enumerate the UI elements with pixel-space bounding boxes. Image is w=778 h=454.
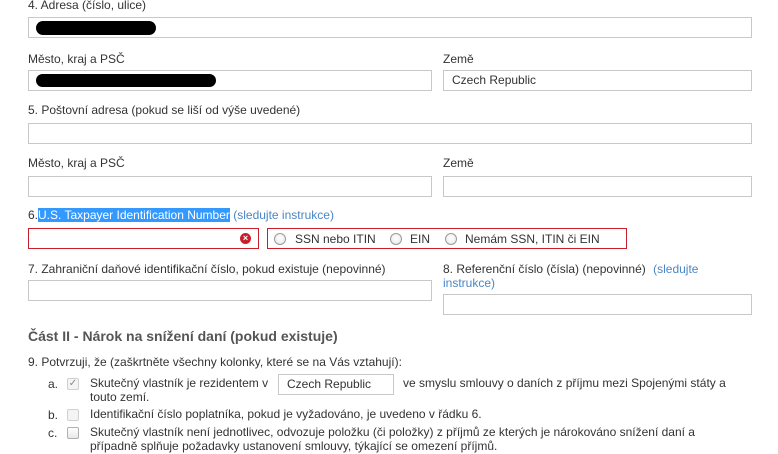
redaction-mark: [36, 21, 156, 35]
radio-ssn-itin[interactable]: [274, 233, 286, 245]
item-a-text-after-cont: touto zemí.: [90, 390, 150, 404]
tin-number: 6.: [28, 208, 39, 222]
item-c-checkbox[interactable]: [67, 427, 79, 439]
mailing-city-input[interactable]: [28, 176, 432, 197]
country-value: Czech Republic: [452, 73, 537, 87]
item-c-text-line1: Skutečný vlastník není jednotlivec, odvo…: [90, 425, 695, 439]
mailing-city-label: Město, kraj a PSČ: [28, 156, 125, 170]
item-c-letter: c.: [48, 426, 58, 440]
radio-ssn-itin-label[interactable]: SSN nebo ITIN: [295, 232, 376, 246]
item-a-country-input[interactable]: Czech Republic: [278, 374, 394, 395]
mailing-address-label: 5. Poštovní adresa (pokud se liší od výš…: [28, 103, 301, 117]
redaction-mark: [36, 74, 216, 87]
radio-ein-label[interactable]: EIN: [410, 232, 430, 246]
item-c-text-line2: případně splňuje požadavky ustanovení sm…: [90, 439, 498, 453]
country-input[interactable]: Czech Republic: [443, 70, 752, 91]
tin-instructions-link[interactable]: (sledujte instrukce): [233, 208, 334, 222]
country-label: Země: [443, 52, 474, 66]
clear-error-icon[interactable]: ×: [240, 233, 251, 244]
tin-input[interactable]: ×: [28, 228, 259, 249]
item-b-letter: b.: [48, 408, 59, 422]
city-label: Město, kraj a PSČ: [28, 52, 125, 66]
tin-type-radio-group: SSN nebo ITIN EIN Nemám SSN, ITIN či EIN: [267, 228, 627, 249]
radio-no-tin-label[interactable]: Nemám SSN, ITIN či EIN: [465, 232, 600, 246]
radio-no-tin[interactable]: [445, 233, 457, 245]
foreign-tin-input[interactable]: [28, 280, 432, 301]
mailing-country-label: Země: [443, 156, 474, 170]
mailing-address-input[interactable]: [28, 123, 752, 144]
item-a-text-before: Skutečný vlastník je rezidentem v: [90, 376, 269, 390]
reference-number-label: 8. Referenční číslo (čísla) (nepovinné) …: [443, 262, 698, 276]
item-a-text-after: ve smyslu smlouvy o daních z příjmu mezi…: [403, 376, 726, 390]
tax-form-page: 4. Adresa (číslo, ulice) Město, kraj a P…: [0, 0, 778, 454]
reference-instructions-link[interactable]: (sledujte: [653, 262, 698, 276]
item-b-checkbox[interactable]: [67, 409, 79, 421]
mailing-country-input[interactable]: [443, 176, 752, 197]
reference-number-input[interactable]: [443, 294, 752, 315]
item-a-letter: a.: [48, 377, 59, 391]
item-b-text: Identifikační číslo poplatníka, pokud je…: [90, 407, 482, 421]
address-label: 4. Adresa (číslo, ulice): [28, 0, 147, 12]
part-ii-title: Část II - Nárok na snížení daní (pokud e…: [28, 328, 338, 344]
certify-intro: 9. Potvrzuji, že (zaškrtněte všechny kol…: [28, 355, 402, 369]
item-a-country-value: Czech Republic: [287, 377, 372, 391]
item-a-checkbox[interactable]: ✓: [67, 378, 79, 390]
foreign-tin-label: 7. Zahraniční daňové identifikační číslo…: [28, 262, 386, 276]
tin-label-row: 6.U.S. Taxpayer Identification Number (s…: [28, 208, 334, 222]
reference-instructions-link-cont[interactable]: instrukce): [443, 276, 495, 290]
tin-label: U.S. Taxpayer Identification Number: [38, 208, 230, 222]
radio-ein[interactable]: [390, 233, 402, 245]
reference-number-label-text: 8. Referenční číslo (čísla) (nepovinné): [443, 262, 646, 276]
